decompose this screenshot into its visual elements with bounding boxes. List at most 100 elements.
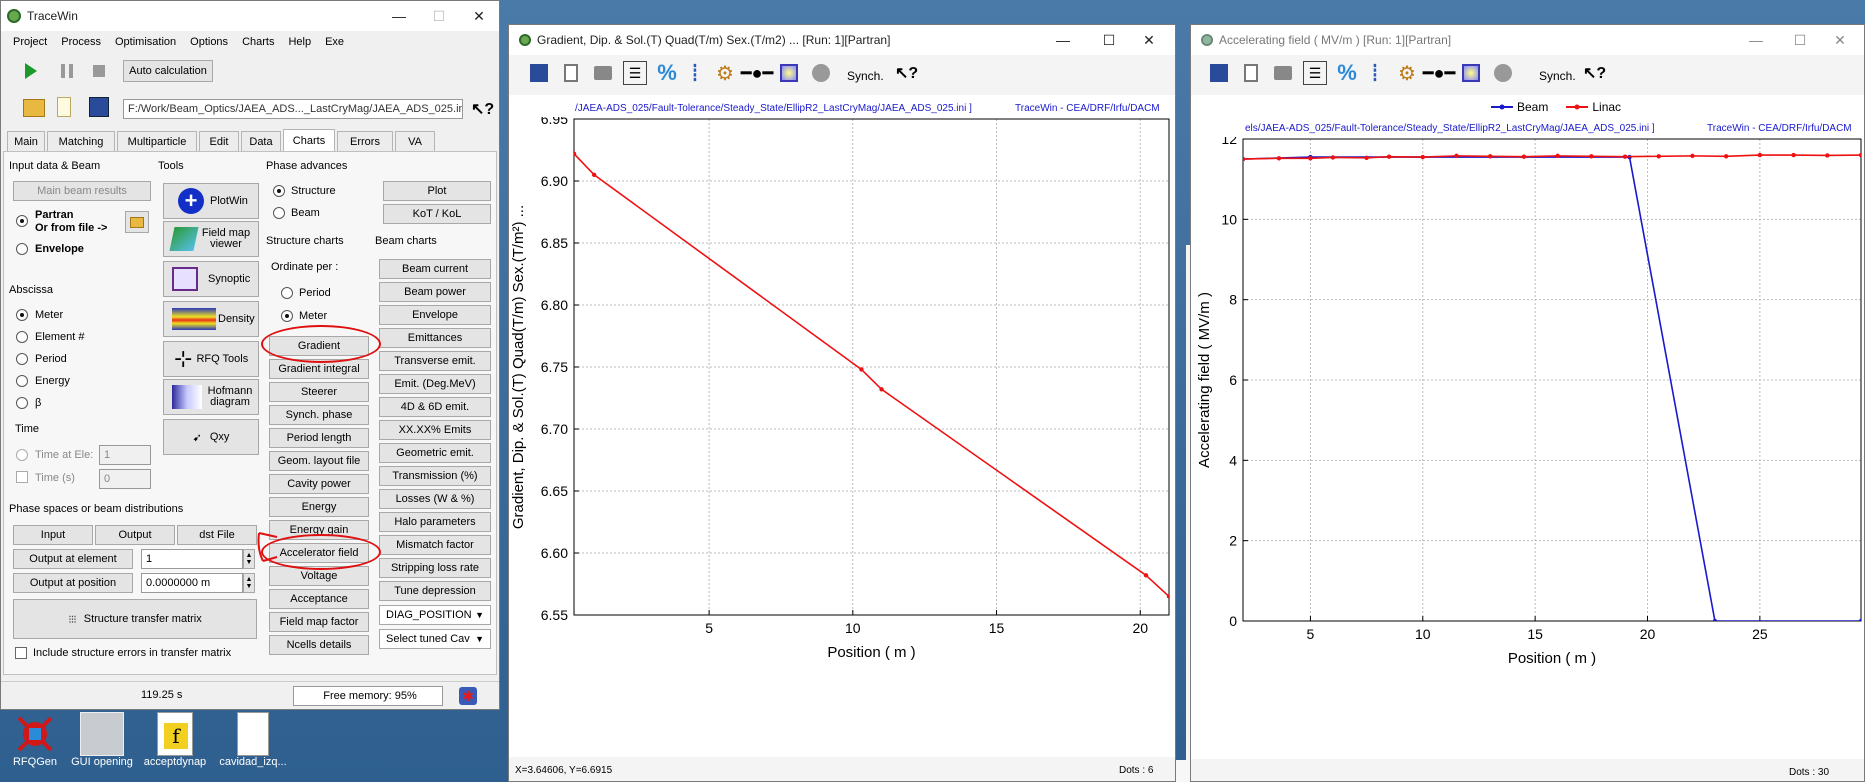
menu-process[interactable]: Process — [61, 36, 101, 48]
output-at-position-button[interactable]: Output at position — [13, 573, 133, 593]
emit-deg-mev-button[interactable]: Emit. (Deg.MeV) — [379, 374, 491, 394]
hofmann-diagram-button[interactable]: Hofmann diagram — [163, 379, 259, 415]
print-icon[interactable] — [591, 61, 615, 85]
structure-radio[interactable] — [273, 185, 285, 197]
desktop-icon-rfqgen[interactable]: RFQGen — [0, 712, 70, 768]
qxy-button[interactable]: ➹ Qxy — [163, 419, 259, 455]
plotwin-button[interactable]: + PlotWin — [163, 183, 259, 219]
field-map-factor-button[interactable]: Field map factor — [269, 612, 369, 632]
synoptic-button[interactable]: Synoptic — [163, 261, 259, 297]
abscissa-energy-radio[interactable] — [16, 375, 28, 387]
plot-button[interactable]: Plot — [383, 181, 491, 201]
new-file-icon[interactable] — [57, 97, 71, 117]
beam-current-button[interactable]: Beam current — [379, 259, 491, 279]
list-icon[interactable]: ☰ — [623, 61, 647, 85]
desktop-icon-acceptdynap[interactable]: f acceptdynap — [140, 712, 210, 768]
help-pointer-icon[interactable]: ↖? — [895, 63, 918, 83]
accel-field-chart[interactable]: 5 10 15 20 25 0 2 4 6 8 10 12 Position ( m ) Accelera… — [1191, 137, 1864, 759]
output-at-position-stepper[interactable]: ▲ ▼ — [243, 573, 255, 593]
save-icon[interactable] — [89, 97, 109, 117]
output-button[interactable]: Output — [95, 525, 175, 545]
envelope-button[interactable]: Envelope — [379, 305, 491, 325]
auto-calculation-button[interactable]: Auto calculation — [123, 60, 213, 82]
open-dst-folder-button[interactable] — [125, 211, 149, 233]
emittances-button[interactable]: Emittances — [379, 328, 491, 348]
cavity-power-button[interactable]: Cavity power — [269, 474, 369, 494]
ordinate-meter-radio[interactable] — [281, 310, 293, 322]
steerer-button[interactable]: Steerer — [269, 382, 369, 402]
maximize-button[interactable]: ☐ — [1089, 25, 1129, 55]
field-map-viewer-button[interactable]: Field map viewer — [163, 221, 259, 257]
percent-icon[interactable]: % — [655, 60, 679, 85]
menu-help[interactable]: Help — [288, 36, 311, 48]
copy-icon[interactable] — [1239, 61, 1263, 85]
help-pointer-icon[interactable]: ↖? — [471, 99, 494, 119]
dst-file-button[interactable]: dst File — [177, 525, 257, 545]
maximize-button[interactable]: ☐ — [419, 1, 459, 31]
abscissa-beta-radio[interactable] — [16, 397, 28, 409]
energy-button[interactable]: Energy — [269, 497, 369, 517]
zoom-icon[interactable] — [1459, 61, 1483, 85]
tab-multiparticle[interactable]: Multiparticle — [117, 131, 197, 151]
tab-edit[interactable]: Edit — [199, 131, 239, 151]
percent-icon[interactable]: % — [1335, 60, 1359, 85]
beam-power-button[interactable]: Beam power — [379, 282, 491, 302]
run-button[interactable] — [25, 63, 37, 79]
mismatch-factor-button[interactable]: Mismatch factor — [379, 535, 491, 555]
envelope-radio[interactable] — [16, 243, 28, 255]
minimize-button[interactable]: — — [1043, 25, 1083, 55]
line-marker-icon[interactable]: ━●━ — [741, 61, 774, 85]
minimize-button[interactable]: — — [1736, 25, 1776, 55]
density-button[interactable]: Density — [163, 301, 259, 337]
time-s-checkbox[interactable] — [16, 471, 28, 483]
record-icon[interactable] — [1491, 61, 1515, 85]
vertical-bar-icon[interactable]: ┋ — [683, 61, 707, 85]
ncells-details-button[interactable]: Ncells details — [269, 635, 369, 655]
save-icon[interactable] — [527, 61, 551, 85]
tab-matching[interactable]: Matching — [47, 131, 115, 151]
transmission-button[interactable]: Transmission (%) — [379, 466, 491, 486]
tab-va[interactable]: VA — [395, 131, 435, 151]
copy-icon[interactable] — [559, 61, 583, 85]
output-at-element-button[interactable]: Output at element — [13, 549, 133, 569]
ordinate-period-radio[interactable] — [281, 287, 293, 299]
output-at-element-field[interactable]: 1 — [141, 549, 243, 569]
time-s-field[interactable]: 0 — [99, 469, 151, 489]
synch-label[interactable]: Synch. — [847, 69, 884, 83]
close-button[interactable]: ✕ — [1820, 25, 1860, 55]
acceptance-button[interactable]: Acceptance — [269, 589, 369, 609]
output-at-element-stepper[interactable]: ▲ ▼ — [243, 549, 255, 569]
transverse-emit-button[interactable]: Transverse emit. — [379, 351, 491, 371]
losses-button[interactable]: Losses (W & %) — [379, 489, 491, 509]
include-errors-checkbox[interactable] — [15, 647, 27, 659]
kot-kol-button[interactable]: KoT / KoL — [383, 204, 491, 224]
menu-charts[interactable]: Charts — [242, 36, 274, 48]
tab-main[interactable]: Main — [7, 131, 45, 151]
diag-position-select[interactable]: DIAG_POSITION ▼ — [379, 605, 491, 625]
stop-button[interactable] — [93, 65, 105, 77]
pause-button[interactable] — [61, 64, 73, 78]
input-button[interactable]: Input — [13, 525, 93, 545]
menu-project[interactable]: Project — [13, 36, 47, 48]
settings-icon[interactable]: ⚙ — [1395, 61, 1419, 85]
partran-radio[interactable] — [16, 215, 28, 227]
main-beam-results-button[interactable]: Main beam results — [13, 181, 151, 201]
save-icon[interactable] — [1207, 61, 1231, 85]
close-button[interactable]: ✕ — [1129, 25, 1169, 55]
rfq-tools-button[interactable]: ⊹ RFQ Tools — [163, 341, 259, 377]
record-icon[interactable] — [809, 61, 833, 85]
tab-charts[interactable]: Charts — [283, 129, 335, 151]
period-length-button[interactable]: Period length — [269, 428, 369, 448]
settings-icon[interactable]: ⚙ — [713, 61, 737, 85]
stripping-loss-rate-button[interactable]: Stripping loss rate — [379, 558, 491, 578]
beam-radio[interactable] — [273, 207, 285, 219]
tab-data[interactable]: Data — [241, 131, 281, 151]
geometric-emit-button[interactable]: Geometric emit. — [379, 443, 491, 463]
abscissa-element-radio[interactable] — [16, 331, 28, 343]
minimize-button[interactable]: — — [379, 1, 419, 31]
project-path-field[interactable]: F:/Work/Beam_Optics/JAEA_ADS..._LastCryM… — [123, 99, 463, 119]
memory-cleanup-icon[interactable]: ✱ — [459, 687, 477, 705]
menu-exe[interactable]: Exe — [325, 36, 344, 48]
xx-emits-button[interactable]: XX.XX% Emits — [379, 420, 491, 440]
abscissa-period-radio[interactable] — [16, 353, 28, 365]
